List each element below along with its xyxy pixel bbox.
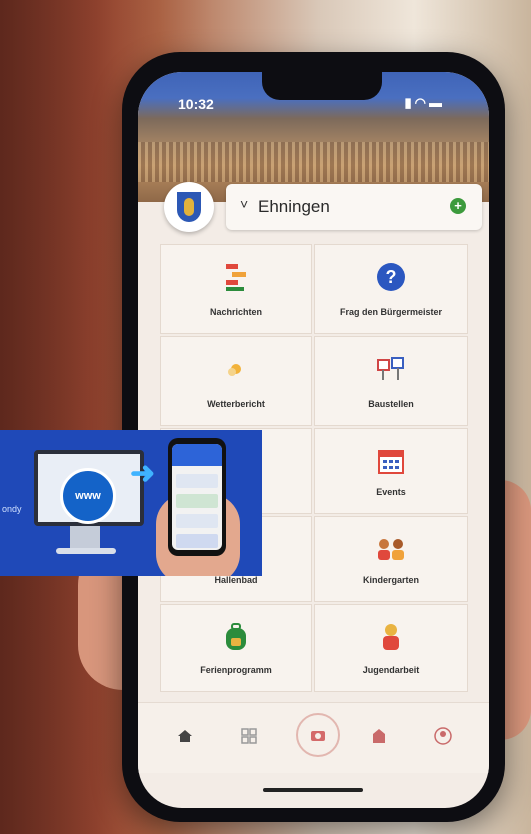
tile-label: Frag den Bürgermeister	[339, 307, 443, 317]
mini-card	[176, 494, 218, 508]
status-icons: ▮◠▬	[405, 95, 446, 111]
home-icon[interactable]	[170, 721, 200, 751]
calendar-icon	[315, 443, 467, 479]
grid-icon[interactable]	[234, 721, 264, 751]
tile-events[interactable]: Events	[314, 428, 468, 514]
tile-nachrichten[interactable]: Nachrichten	[160, 244, 312, 334]
town-name: Ehningen	[258, 197, 330, 216]
status-time: 10:32	[178, 96, 214, 112]
home-indicator	[263, 788, 363, 792]
www-globe-icon: www	[60, 468, 116, 524]
monitor-stand	[70, 526, 100, 548]
tile-wetterbericht[interactable]: Wetterbericht	[160, 336, 312, 426]
tile-label: Jugendarbeit	[362, 665, 420, 675]
construction-icon	[315, 351, 467, 387]
promo-overlay-image: ondy www ➜	[0, 430, 262, 576]
tile-label: Baustellen	[368, 399, 414, 409]
news-icon	[161, 259, 311, 295]
tile-label: Kindergarten	[362, 575, 419, 585]
tile-frag-den-buergermeister[interactable]: ? Frag den Bürgermeister	[314, 244, 468, 334]
mini-phone-icon	[168, 438, 226, 556]
monitor-base	[56, 548, 116, 554]
svg-text:?: ?	[386, 267, 397, 287]
wifi-icon: ◠	[414, 95, 429, 110]
tile-label: Wetterbericht	[207, 399, 265, 409]
mini-card	[176, 474, 218, 488]
backpack-icon	[161, 619, 311, 655]
mini-card	[176, 514, 218, 528]
mini-phone-screen	[172, 444, 222, 550]
mini-card	[176, 534, 218, 548]
tile-label: Hallenbad	[214, 575, 258, 585]
overlay-caption: ondy	[2, 504, 22, 514]
crest-shield-icon	[177, 192, 201, 222]
tile-ferienprogramm[interactable]: Ferienprogramm	[160, 604, 312, 692]
signal-icon: ▮	[404, 95, 415, 110]
arrow-icon: ➜	[130, 457, 156, 490]
chevron-down-icon: ˅	[240, 196, 249, 212]
weather-icon	[161, 351, 311, 387]
youth-icon	[315, 619, 467, 655]
town-selector[interactable]: ˅ Ehningen +	[226, 184, 482, 230]
bottom-navbar	[138, 702, 489, 773]
notch	[262, 72, 382, 100]
question-icon: ?	[315, 259, 467, 295]
town-hall-icon[interactable]	[364, 721, 394, 751]
tile-baustellen[interactable]: Baustellen	[314, 336, 468, 426]
mini-phone-header	[172, 444, 222, 466]
tile-kindergarten[interactable]: Kindergarten	[314, 516, 468, 602]
camera-icon[interactable]	[296, 713, 340, 757]
profile-icon[interactable]	[428, 721, 458, 751]
add-town-button[interactable]: +	[450, 198, 466, 214]
town-crest[interactable]	[164, 182, 214, 232]
tile-label: Ferienprogramm	[200, 665, 272, 675]
kids-icon	[315, 531, 467, 567]
tile-jugendarbeit[interactable]: Jugendarbeit	[314, 604, 468, 692]
battery-icon: ▬	[429, 95, 445, 110]
tile-label: Nachrichten	[209, 307, 262, 317]
tile-label: Events	[376, 487, 406, 497]
city-panorama	[138, 142, 489, 182]
